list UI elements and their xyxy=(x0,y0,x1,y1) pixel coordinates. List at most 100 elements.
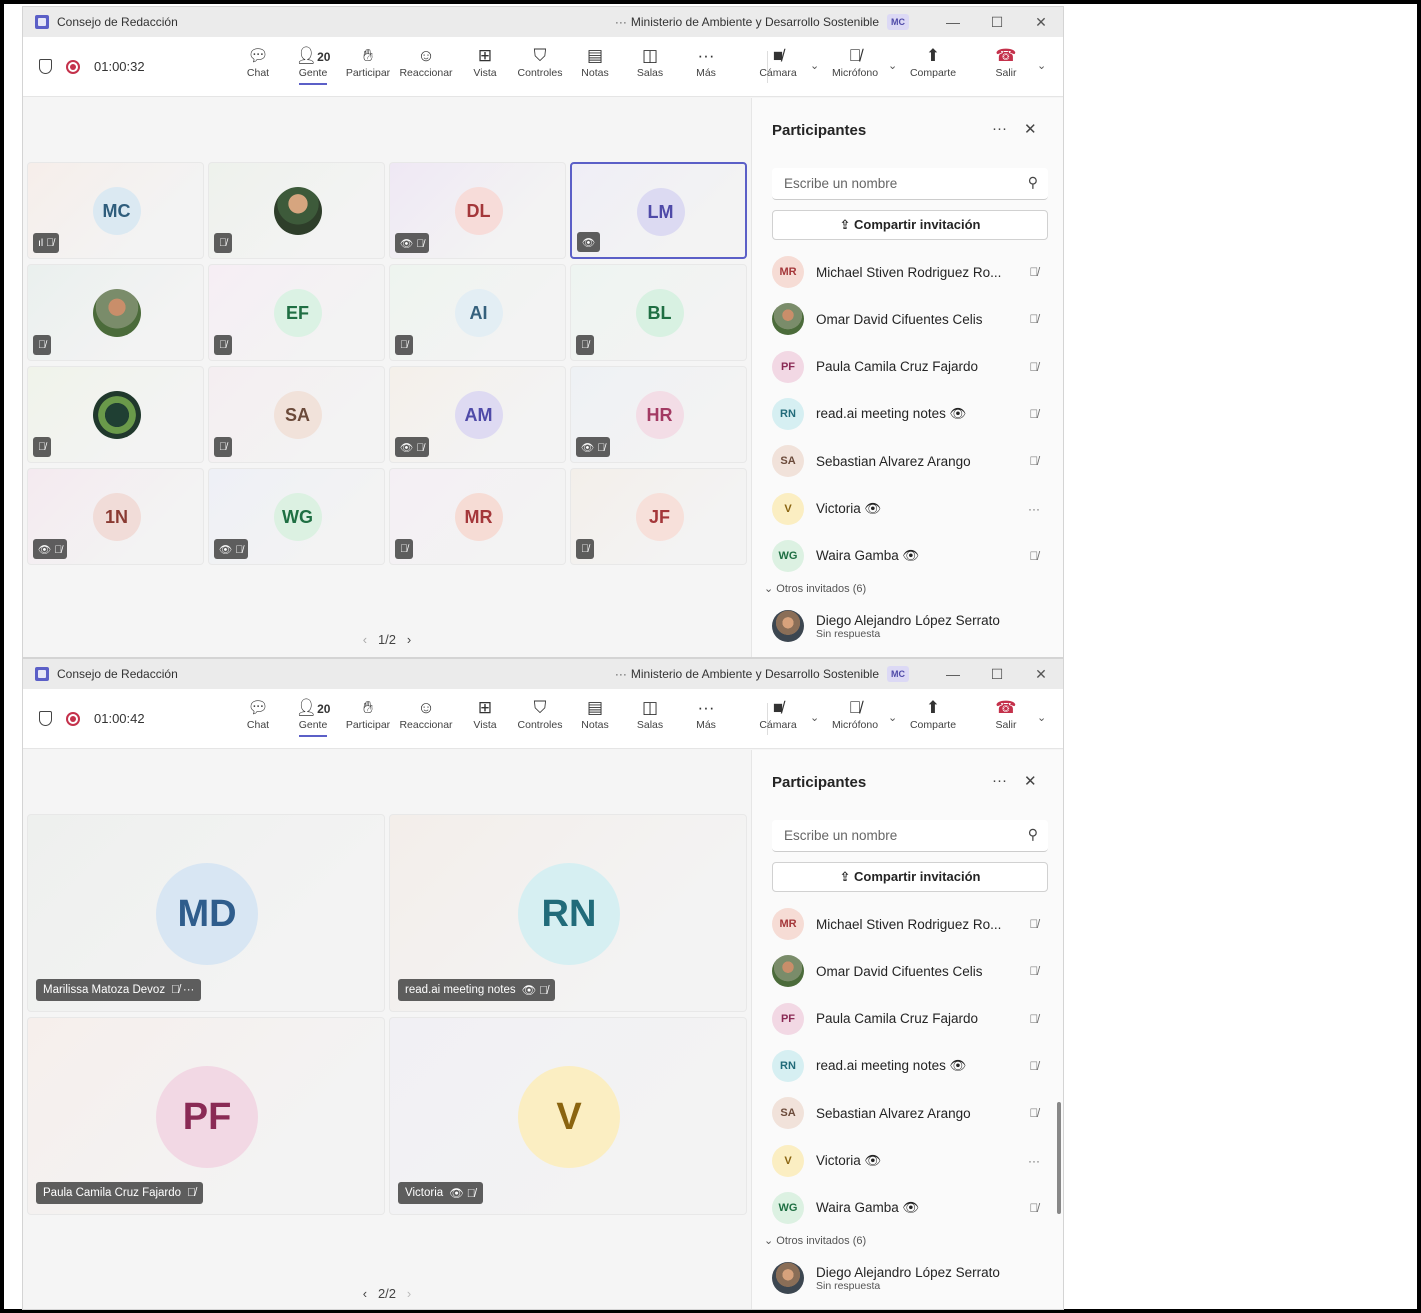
title-more-icon[interactable]: ··· xyxy=(611,667,631,681)
participant-list-item[interactable]: Omar David Cifuentes Celis 🎙̸ xyxy=(772,949,1048,993)
maximize-button[interactable]: ☐ xyxy=(975,666,1019,683)
participant-tile[interactable]: MC ıl 🎙̸ xyxy=(27,162,204,259)
notes-button[interactable]: ▤ Notas xyxy=(566,697,624,731)
participant-tile[interactable]: 🎙̸ xyxy=(27,366,204,463)
rooms-button[interactable]: ◫ Salas xyxy=(621,697,679,731)
share-button[interactable]: ⬆ Comparte xyxy=(904,697,962,731)
participant-tile[interactable]: PF Paula Camila Cruz Fajardo 🎙̸ xyxy=(27,1017,385,1215)
react-button[interactable]: ☺ Reaccionar xyxy=(397,697,455,731)
participant-list-item[interactable]: MR Michael Stiven Rodriguez Ro... 🎙̸ xyxy=(772,250,1048,294)
panel-close-icon[interactable]: ✕ xyxy=(1024,772,1037,790)
panel-more-icon[interactable]: ··· xyxy=(992,772,1007,789)
participant-name: read.ai meeting notes 👁 xyxy=(816,405,967,421)
participant-tile[interactable]: MD Marilissa Matoza Devoz 🎙̸ ··· xyxy=(27,814,385,1012)
hang-up-icon: ☎︎ xyxy=(995,698,1017,717)
microphone-button[interactable]: 🎙̸ Micrófono xyxy=(826,45,884,79)
share-button[interactable]: ⬆ Comparte xyxy=(904,45,962,79)
panel-close-icon[interactable]: ✕ xyxy=(1024,120,1037,138)
view-button[interactable]: ⊞ Vista xyxy=(456,45,514,79)
panel-scrollbar[interactable] xyxy=(1057,1102,1061,1214)
panel-more-icon[interactable]: ··· xyxy=(992,120,1007,137)
participant-list-item[interactable]: PF Paula Camila Cruz Fajardo 🎙̸ xyxy=(772,345,1048,389)
account-avatar[interactable]: MC xyxy=(887,666,909,682)
participant-more-icon[interactable]: ··· xyxy=(1020,502,1048,516)
microphone-button[interactable]: 🎙̸ Micrófono xyxy=(826,697,884,731)
mic-options-chevron-icon[interactable]: ⌄ xyxy=(888,59,897,72)
account-avatar[interactable]: MC xyxy=(887,14,909,30)
participant-tile[interactable]: JF 🎙̸ xyxy=(570,468,747,565)
participant-tile[interactable]: AI 🎙̸ xyxy=(389,264,566,361)
participant-list-item[interactable]: WG Waira Gamba 👁 🎙̸ xyxy=(772,534,1048,578)
share-invite-button[interactable]: ⇪ Compartir invitación xyxy=(772,210,1048,240)
participant-list-item[interactable]: SA Sebastian Alvarez Arango 🎙̸ xyxy=(772,439,1048,483)
participant-list-item[interactable]: RN read.ai meeting notes 👁 🎙̸ xyxy=(772,1044,1048,1088)
controls-button[interactable]: ⛉ Controles xyxy=(511,45,569,79)
participant-tile[interactable]: SA 🎙̸ xyxy=(208,366,385,463)
participant-tile[interactable]: V Victoria 👁 🎙̸ xyxy=(389,1017,747,1215)
participant-tile[interactable]: DL 👁 🎙̸ xyxy=(389,162,566,259)
controls-button[interactable]: ⛉ Controles xyxy=(511,697,569,731)
chat-button[interactable]: 💬︎ Chat xyxy=(229,697,287,731)
participant-list-item[interactable]: SA Sebastian Alvarez Arango 🎙̸ xyxy=(772,1091,1048,1135)
raise-hand-button[interactable]: ✋︎ Participar xyxy=(339,697,397,731)
other-guests-section[interactable]: ⌄ Otros invitados (6) xyxy=(764,1234,866,1247)
mic-options-chevron-icon[interactable]: ⌄ xyxy=(888,711,897,724)
participant-search-input[interactable]: Escribe un nombre ⚲ xyxy=(772,820,1048,852)
leave-options-chevron-icon[interactable]: ⌄ xyxy=(1037,711,1046,724)
smiley-icon: ☺ xyxy=(417,46,435,65)
participant-tile[interactable]: 🎙̸ xyxy=(208,162,385,259)
notes-button[interactable]: ▤ Notas xyxy=(566,45,624,79)
participant-tile[interactable]: LM 👁 xyxy=(570,162,747,259)
participant-list-item[interactable]: RN read.ai meeting notes 👁 🎙̸ xyxy=(772,392,1048,436)
maximize-button[interactable]: ☐ xyxy=(975,14,1019,31)
more-button[interactable]: ··· Más xyxy=(677,45,735,79)
title-more-icon[interactable]: ··· xyxy=(611,15,631,29)
shield-settings-icon: ⛉ xyxy=(533,698,547,717)
participant-tile[interactable]: AM 👁 🎙̸ xyxy=(389,366,566,463)
participant-list-item[interactable]: Omar David Cifuentes Celis 🎙̸ xyxy=(772,297,1048,341)
prev-page-icon[interactable]: ‹ xyxy=(363,1286,367,1301)
share-invite-button[interactable]: ⇪ Compartir invitación xyxy=(772,862,1048,892)
participant-list-item[interactable]: WG Waira Gamba 👁 🎙̸ xyxy=(772,1186,1048,1230)
people-button[interactable]: 👤︎20 Gente xyxy=(284,45,342,85)
leave-button[interactable]: ☎︎ Salir xyxy=(977,697,1035,731)
view-button[interactable]: ⊞ Vista xyxy=(456,697,514,731)
participant-list-item[interactable]: MR Michael Stiven Rodriguez Ro... 🎙̸ xyxy=(772,902,1048,946)
participant-tile[interactable]: 🎙̸ xyxy=(27,264,204,361)
camera-options-chevron-icon[interactable]: ⌄ xyxy=(810,711,819,724)
participant-tile[interactable]: BL 🎙̸ xyxy=(570,264,747,361)
react-button[interactable]: ☺ Reaccionar xyxy=(397,45,455,79)
leave-button[interactable]: ☎︎ Salir xyxy=(977,45,1035,79)
minimize-button[interactable]: — xyxy=(931,14,975,30)
participant-tile[interactable]: EF 🎙̸ xyxy=(208,264,385,361)
participant-tile[interactable]: RN read.ai meeting notes 👁 🎙̸ xyxy=(389,814,747,1012)
participant-tile[interactable]: MR 🎙̸ xyxy=(389,468,566,565)
next-page-icon[interactable]: › xyxy=(407,1286,411,1301)
close-window-button[interactable]: ✕ xyxy=(1019,14,1063,31)
next-page-icon[interactable]: › xyxy=(407,632,411,647)
participant-list-item[interactable]: V Victoria 👁 ··· xyxy=(772,487,1048,531)
participant-tile[interactable]: WG 👁 🎙̸ xyxy=(208,468,385,565)
participant-tile[interactable]: 1N 👁 🎙̸ xyxy=(27,468,204,565)
chat-button[interactable]: 💬︎ Chat xyxy=(229,45,287,79)
participant-more-icon[interactable]: ··· xyxy=(1020,1154,1048,1168)
guest-list-item[interactable]: Diego Alejandro López Serrato Sin respues… xyxy=(772,606,1048,646)
participant-avatar: V xyxy=(518,1066,620,1168)
camera-button[interactable]: ■̸ Cámara xyxy=(749,45,807,79)
rooms-button[interactable]: ◫ Salas xyxy=(621,45,679,79)
participant-tile[interactable]: HR 👁 🎙̸ xyxy=(570,366,747,463)
guest-list-item[interactable]: Diego Alejandro López Serrato Sin respues… xyxy=(772,1258,1048,1298)
participant-search-input[interactable]: Escribe un nombre ⚲ xyxy=(772,168,1048,200)
camera-button[interactable]: ■̸ Cámara xyxy=(749,697,807,731)
camera-options-chevron-icon[interactable]: ⌄ xyxy=(810,59,819,72)
leave-options-chevron-icon[interactable]: ⌄ xyxy=(1037,59,1046,72)
more-button[interactable]: ··· Más xyxy=(677,697,735,731)
minimize-button[interactable]: — xyxy=(931,666,975,682)
prev-page-icon[interactable]: ‹ xyxy=(363,632,367,647)
participant-list-item[interactable]: PF Paula Camila Cruz Fajardo 🎙̸ xyxy=(772,997,1048,1041)
participant-list-item[interactable]: V Victoria 👁 ··· xyxy=(772,1139,1048,1183)
other-guests-section[interactable]: ⌄ Otros invitados (6) xyxy=(764,582,866,595)
raise-hand-button[interactable]: ✋︎ Participar xyxy=(339,45,397,79)
people-button[interactable]: 👤︎20 Gente xyxy=(284,697,342,737)
close-window-button[interactable]: ✕ xyxy=(1019,666,1063,683)
